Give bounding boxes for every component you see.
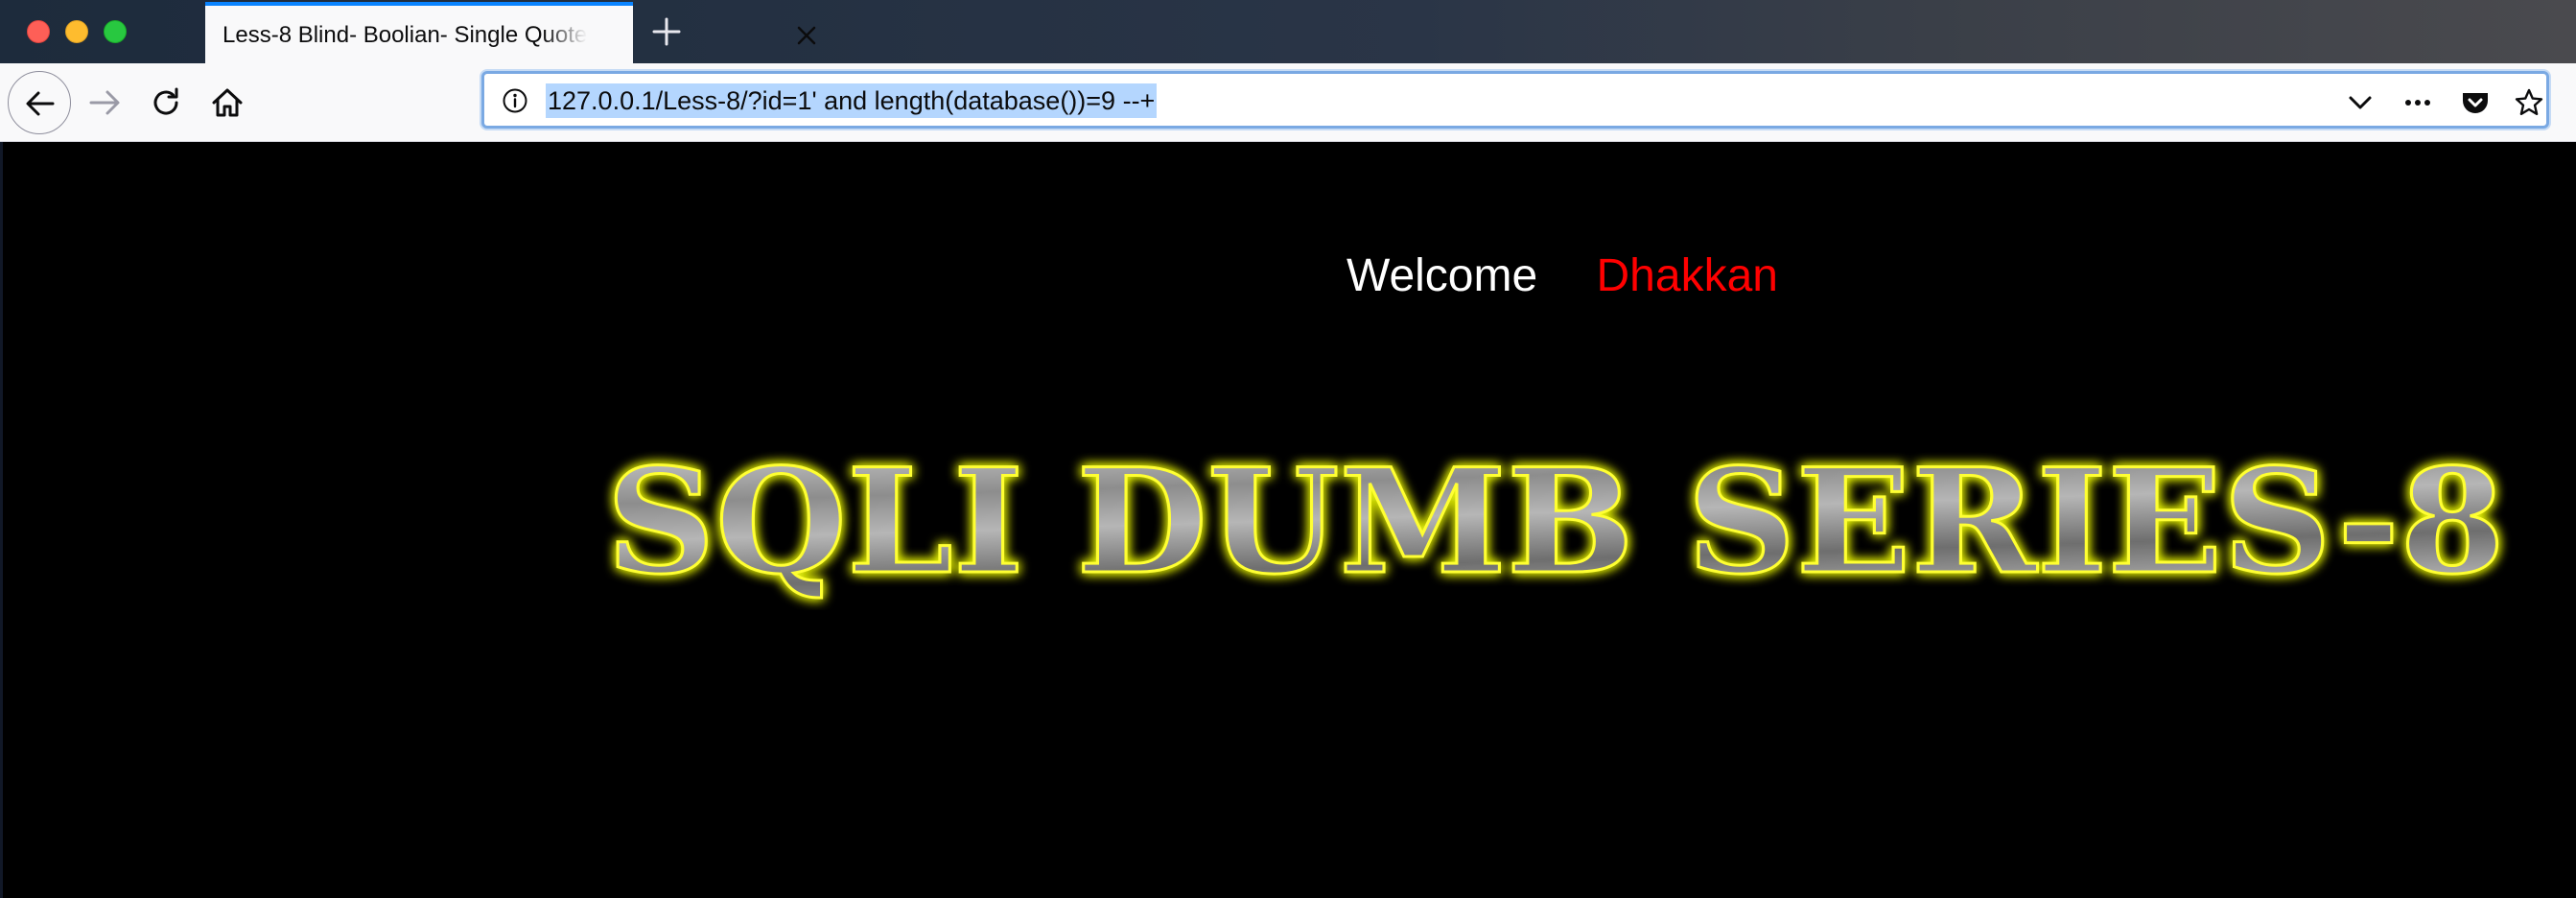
forward-button[interactable] [86,84,123,121]
url-bar[interactable]: 127.0.0.1/Less-8/?id=1' and length(datab… [481,71,2549,129]
welcome-text: Welcome [1347,250,1538,301]
back-arrow-icon [26,91,55,116]
home-icon [212,88,243,117]
forward-arrow-icon [89,90,120,115]
active-tab[interactable]: Less-8 Blind- Boolian- Single Quotes- St… [205,2,816,63]
page-content: Welcome Dhakkan SQLI DUMB SERIES-8 [0,142,2576,898]
star-icon[interactable] [2514,87,2544,118]
zoom-window-button[interactable] [104,20,127,43]
url-input[interactable]: 127.0.0.1/Less-8/?id=1' and length(datab… [546,83,1158,118]
reload-button[interactable] [148,84,184,121]
close-icon[interactable] [792,21,821,50]
page-left-edge [0,142,3,898]
user-name: Dhakkan [1596,250,1778,301]
pocket-icon[interactable] [2460,87,2491,118]
welcome-line: Welcome Dhakkan [1347,248,1778,305]
close-window-button[interactable] [27,20,50,43]
plus-icon[interactable] [650,15,683,48]
home-button[interactable] [209,84,246,121]
back-button[interactable] [8,71,71,134]
info-icon[interactable] [502,87,528,114]
minimize-window-button[interactable] [65,20,88,43]
tab-title: Less-8 Blind- Boolian- Single Quotes- St… [222,22,587,48]
tab-strip: Less-8 Blind- Boolian- Single Quotes- St… [0,0,2576,63]
banner-text: SQLI DUMB SERIES-8 [606,447,2505,606]
navigation-toolbar: 127.0.0.1/Less-8/?id=1' and length(datab… [0,63,2576,142]
reload-icon [153,87,178,115]
more-horizontal-icon[interactable] [2402,87,2433,118]
chevron-down-icon[interactable] [2345,87,2376,118]
sqli-dumb-series-banner: SQLI DUMB SERIES-8 [605,447,2507,608]
